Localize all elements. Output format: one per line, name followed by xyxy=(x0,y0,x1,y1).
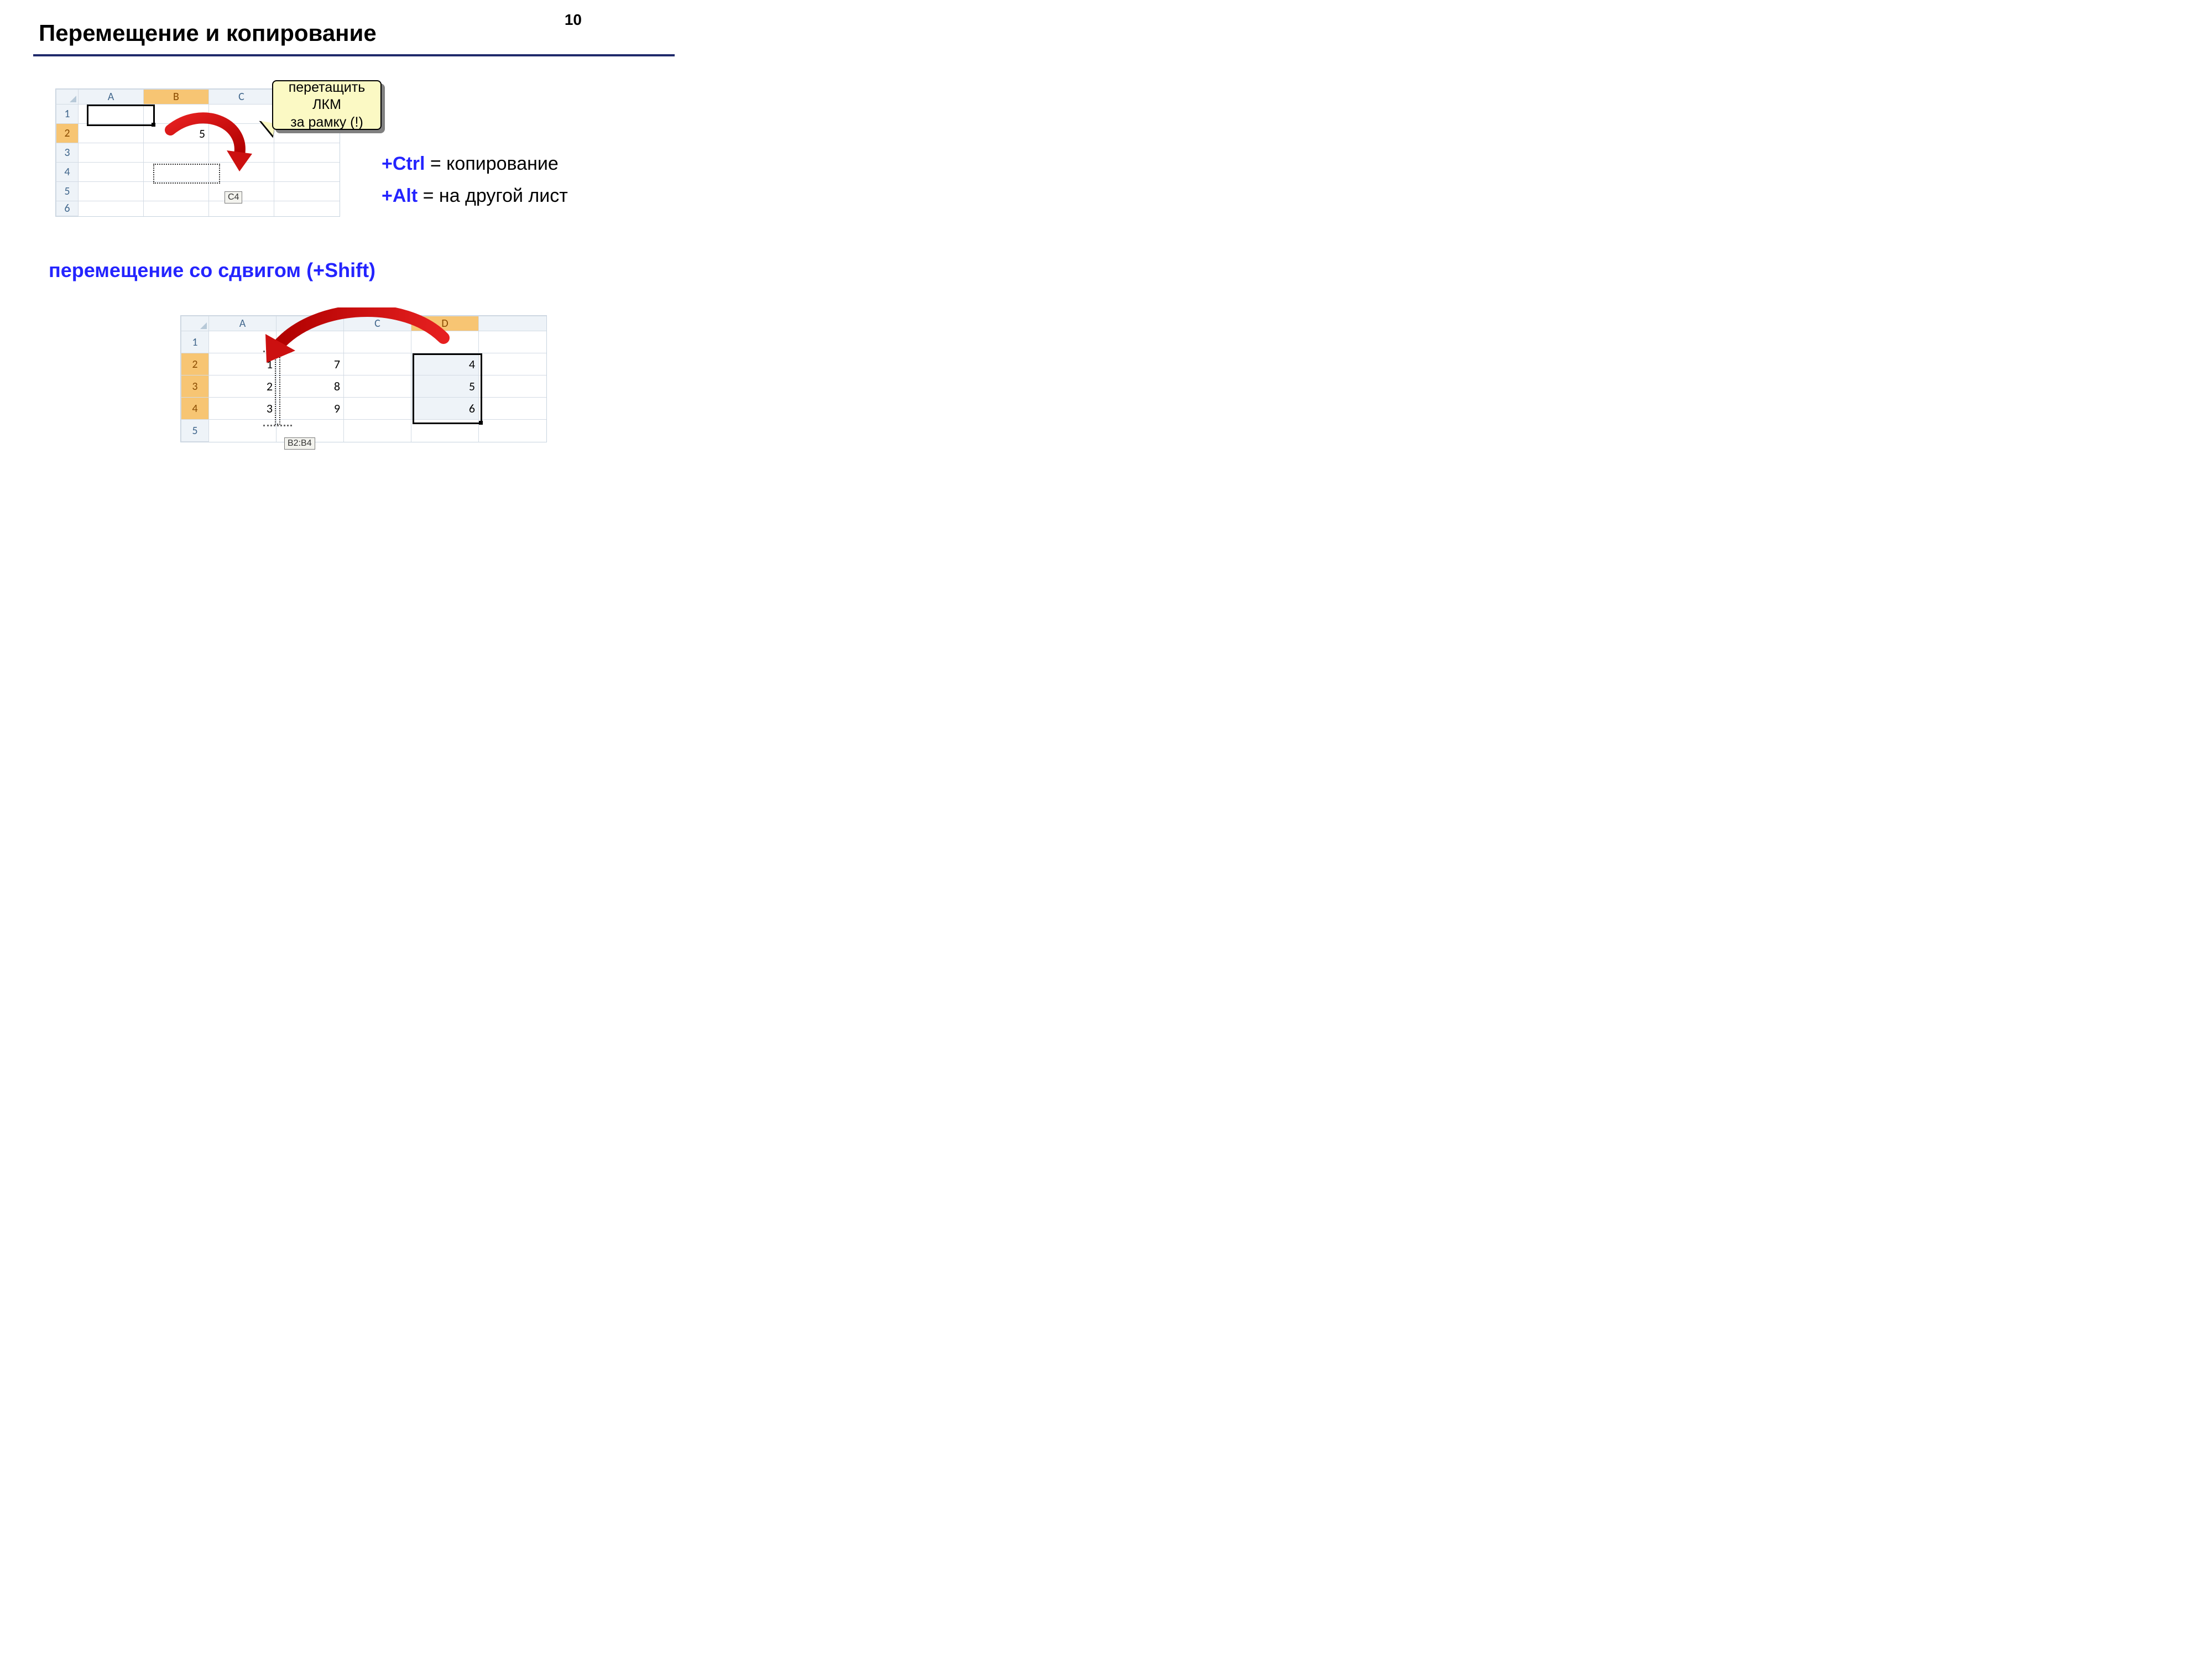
row-header-2-2: 2 xyxy=(181,353,209,375)
hint-alt-key: +Alt xyxy=(382,185,418,206)
hint-ctrl: +Ctrl = копирование xyxy=(382,148,568,180)
hint-alt-text: = на другой лист xyxy=(418,185,568,206)
row-header-3-2: 3 xyxy=(181,375,209,398)
hint-alt: +Alt = на другой лист xyxy=(382,180,568,212)
title-divider xyxy=(33,54,675,56)
cell-A4-2: 3 xyxy=(209,398,276,420)
callout-line-1: перетащить ЛКМ xyxy=(289,80,366,112)
cell-B3-2: 8 xyxy=(276,375,344,398)
col-header-A-2: A xyxy=(209,316,276,331)
shift-subtitle: перемещение со сдвигом (+Shift) xyxy=(49,259,375,282)
row-header-2: 2 xyxy=(56,124,79,143)
row-header-4-2: 4 xyxy=(181,398,209,420)
callout-line-2: за рамку (!) xyxy=(290,114,363,130)
row-header-3: 3 xyxy=(56,143,79,163)
cell-D4-2: 6 xyxy=(411,398,479,420)
cell-A3-2: 2 xyxy=(209,375,276,398)
col-header-A: A xyxy=(79,90,144,105)
spreadsheet-example-2: A B C D 1 2 1 7 4 3 2 8 5 4 3 9 6 5 xyxy=(180,315,547,442)
cell-D2-2: 4 xyxy=(411,353,479,375)
page-title: Перемещение и копирование xyxy=(39,20,377,46)
row-header-1-2: 1 xyxy=(181,331,209,353)
cell-D3-2: 5 xyxy=(411,375,479,398)
col-header-D-2: D xyxy=(411,316,479,331)
col-header-C-2: C xyxy=(344,316,411,331)
insert-target-top-bar xyxy=(263,351,292,352)
col-header-B-2: B xyxy=(276,316,344,331)
cell-B2-2: 7 xyxy=(276,353,344,375)
corner-cell xyxy=(56,90,79,105)
hint-ctrl-key: +Ctrl xyxy=(382,153,425,174)
row-header-5-2: 5 xyxy=(181,420,209,442)
reference-tooltip-2: B2:B4 xyxy=(284,437,315,450)
cell-B4-2: 9 xyxy=(276,398,344,420)
reference-tooltip-1: C4 xyxy=(225,191,242,204)
row-header-6: 6 xyxy=(56,201,79,216)
insert-target-bottom-bar xyxy=(263,425,292,426)
cell-B2: 5 xyxy=(144,124,209,143)
row-header-4: 4 xyxy=(56,163,79,182)
row-header-5: 5 xyxy=(56,182,79,201)
hint-ctrl-text: = копирование xyxy=(425,153,558,174)
corner-cell-2 xyxy=(181,316,209,331)
col-header-B: B xyxy=(144,90,209,105)
col-header-extra-2 xyxy=(479,316,546,331)
page-number: 10 xyxy=(565,11,582,29)
col-header-C: C xyxy=(209,90,274,105)
callout-bubble: перетащить ЛКМ за рамку (!) xyxy=(272,80,382,130)
row-header-1: 1 xyxy=(56,105,79,124)
cell-A2-2: 1 xyxy=(209,353,276,375)
modifier-hints: +Ctrl = копирование +Alt = на другой лис… xyxy=(382,148,568,212)
